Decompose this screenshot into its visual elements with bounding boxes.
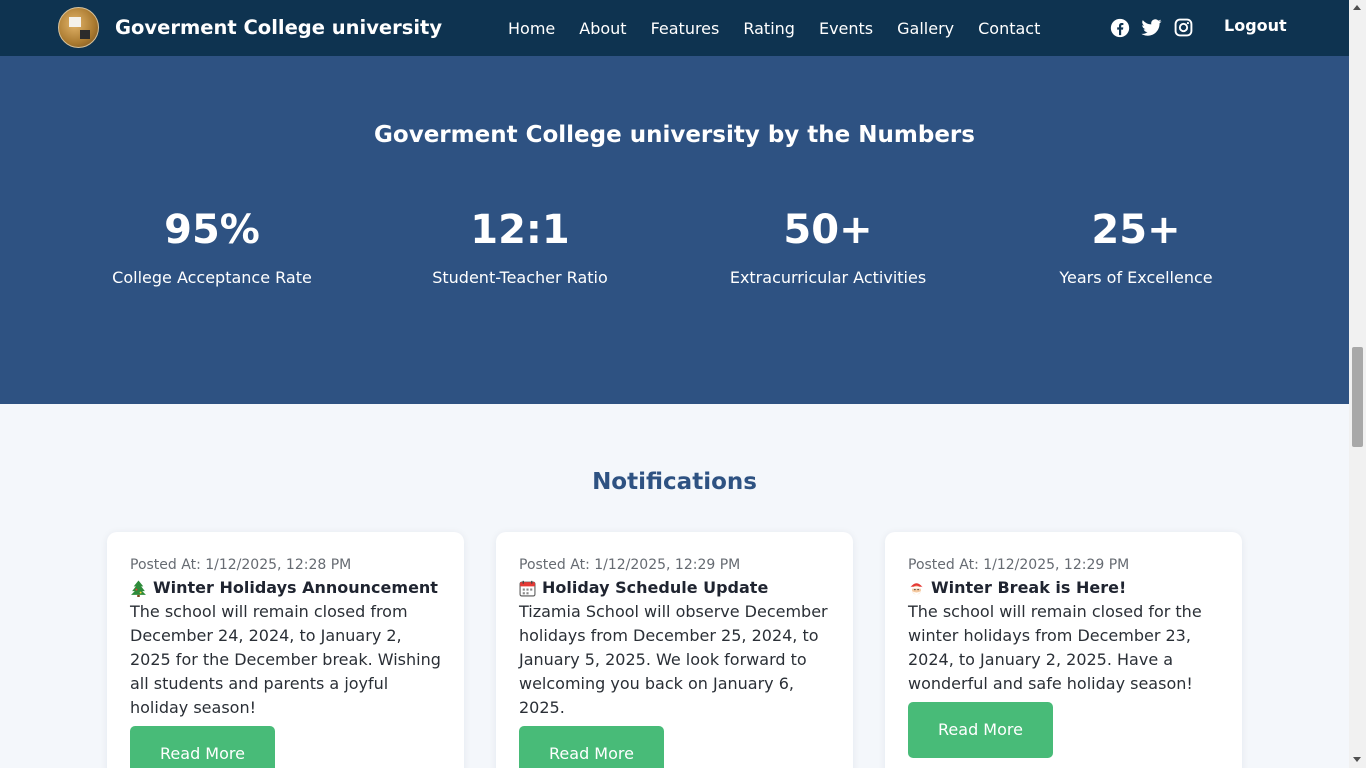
posted-at: Posted At: 1/12/2025, 12:29 PM bbox=[908, 557, 1130, 573]
nav-link-events[interactable]: Events bbox=[819, 19, 873, 38]
posted-at: Posted At: 1/12/2025, 12:29 PM bbox=[519, 557, 741, 573]
stat-label: Student-Teacher Ratio bbox=[432, 268, 608, 287]
scroll-down-arrow[interactable] bbox=[1353, 757, 1361, 762]
stat-value: 50+ bbox=[783, 207, 873, 253]
notifications-title: Notifications bbox=[592, 469, 757, 495]
notification-card: Posted At: 1/12/2025, 12:29 PM Winter Br… bbox=[885, 532, 1242, 768]
top-navbar: Goverment College university Home About … bbox=[0, 0, 1349, 56]
nav-link-home[interactable]: Home bbox=[508, 19, 555, 38]
numbers-section: Goverment College university by the Numb… bbox=[0, 56, 1349, 404]
stat-value: 25+ bbox=[1091, 207, 1181, 253]
twitter-icon[interactable] bbox=[1141, 17, 1162, 38]
social-links bbox=[1109, 17, 1205, 38]
notification-heading-text: Holiday Schedule Update bbox=[542, 578, 769, 597]
notification-heading: Winter Break is Here! bbox=[908, 577, 1219, 599]
nav-link-rating[interactable]: Rating bbox=[743, 19, 795, 38]
stat-item: 25+ Years of Excellence bbox=[986, 206, 1286, 287]
brand-title[interactable]: Goverment College university bbox=[115, 16, 442, 39]
stat-label: Years of Excellence bbox=[1059, 268, 1213, 287]
notification-heading: Holiday Schedule Update bbox=[519, 577, 830, 599]
stat-label: College Acceptance Rate bbox=[112, 268, 312, 287]
santa-icon bbox=[908, 580, 925, 597]
page-scrollbar[interactable] bbox=[1349, 0, 1366, 768]
notification-card: Posted At: 1/12/2025, 12:28 PM Winter Ho… bbox=[107, 532, 464, 768]
notification-body: The school will remain closed for the wi… bbox=[908, 602, 1202, 693]
nav-link-features[interactable]: Features bbox=[651, 19, 720, 38]
read-more-button[interactable]: Read More bbox=[130, 726, 275, 768]
scroll-up-arrow[interactable] bbox=[1353, 5, 1361, 10]
nav-links: Home About Features Rating Events Galler… bbox=[508, 0, 1040, 56]
christmas-tree-icon bbox=[130, 580, 147, 597]
stat-value: 12:1 bbox=[470, 207, 570, 253]
stat-label: Extracurricular Activities bbox=[729, 268, 927, 287]
notification-body: Tizamia School will observe December hol… bbox=[519, 602, 828, 717]
notification-card: Posted At: 1/12/2025, 12:29 PM Holiday S… bbox=[496, 532, 853, 768]
notification-heading-text: Winter Holidays Announcement bbox=[153, 578, 438, 597]
stat-item: 50+ Extracurricular Activities bbox=[678, 206, 978, 287]
read-more-button[interactable]: Read More bbox=[908, 702, 1053, 758]
college-logo[interactable] bbox=[58, 7, 99, 48]
stat-item: 95% College Acceptance Rate bbox=[62, 206, 362, 287]
stat-item: 12:1 Student-Teacher Ratio bbox=[370, 206, 670, 287]
scroll-thumb[interactable] bbox=[1352, 347, 1363, 447]
nav-link-gallery[interactable]: Gallery bbox=[897, 19, 954, 38]
stat-value: 95% bbox=[164, 207, 260, 253]
notification-body: The school will remain closed from Decem… bbox=[130, 602, 441, 717]
calendar-icon bbox=[519, 580, 536, 597]
numbers-title: Goverment College university by the Numb… bbox=[374, 122, 975, 148]
nav-link-contact[interactable]: Contact bbox=[978, 19, 1040, 38]
posted-at: Posted At: 1/12/2025, 12:28 PM bbox=[130, 557, 352, 573]
nav-link-about[interactable]: About bbox=[579, 19, 626, 38]
notification-heading-text: Winter Break is Here! bbox=[931, 578, 1127, 597]
logout-link[interactable]: Logout bbox=[1224, 16, 1287, 35]
instagram-icon[interactable] bbox=[1173, 17, 1194, 38]
read-more-button[interactable]: Read More bbox=[519, 726, 664, 768]
notification-heading: Winter Holidays Announcement bbox=[130, 577, 441, 599]
brand[interactable]: Goverment College university bbox=[58, 7, 442, 48]
facebook-icon[interactable] bbox=[1109, 17, 1130, 38]
